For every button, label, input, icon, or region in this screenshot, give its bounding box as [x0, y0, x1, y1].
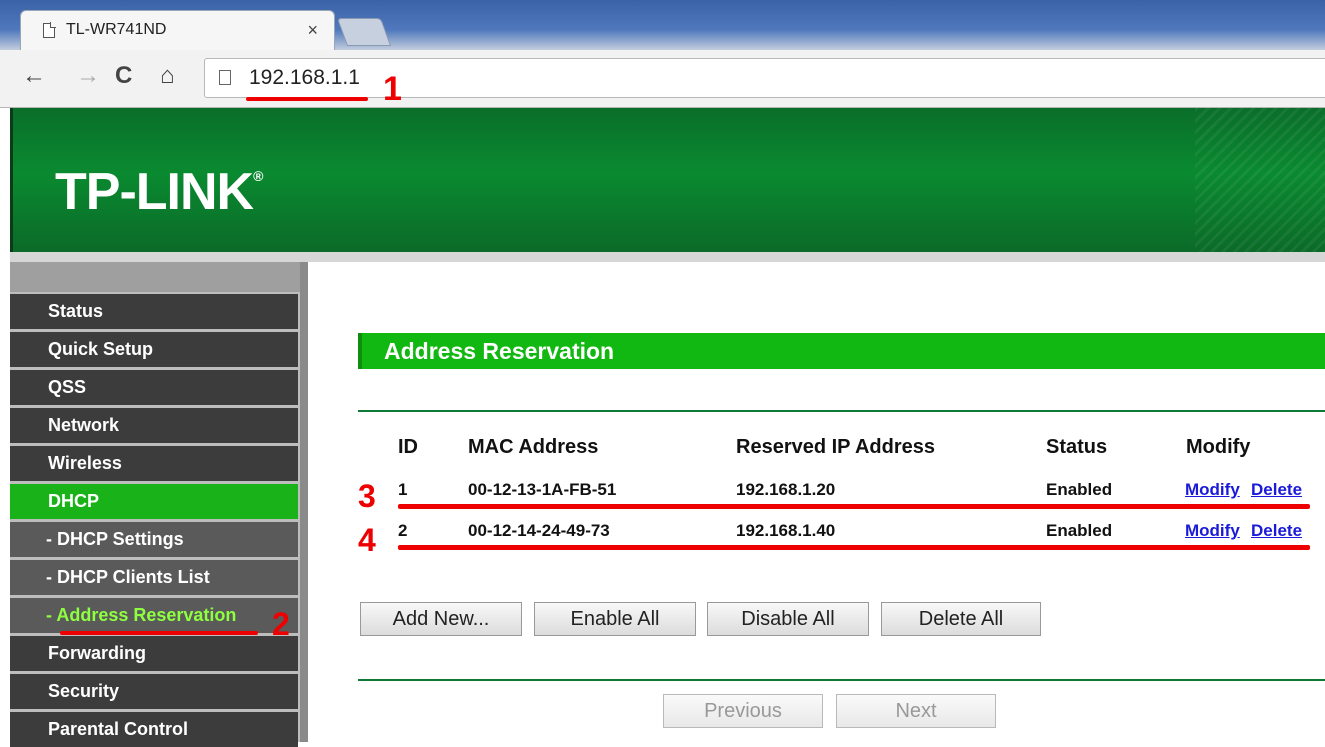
column-header-status: Status [1046, 436, 1108, 458]
column-header-reserved-ip: Reserved IP Address [736, 436, 935, 458]
table-bottom-rule [358, 679, 1325, 681]
tab-strip: TL-WR741ND × [0, 0, 1325, 50]
annotation-underline-url [246, 97, 368, 101]
close-tab-icon[interactable]: × [307, 20, 318, 41]
sidebar-item-dhcp-settings[interactable]: - DHCP Settings [10, 522, 298, 557]
new-tab-button[interactable] [336, 18, 392, 46]
page-icon [43, 22, 56, 38]
sidebar-item-quick-setup[interactable]: Quick Setup [10, 332, 298, 367]
row1-delete-link[interactable]: Delete [1251, 480, 1302, 500]
row2-id: 2 [398, 521, 408, 540]
row2-status: Enabled [1046, 521, 1113, 540]
sidebar-item-address-reservation[interactable]: - Address Reservation [10, 598, 298, 633]
enable-all-button[interactable]: Enable All [534, 602, 696, 636]
url-text[interactable]: 192.168.1.1 [249, 66, 360, 90]
row2-mac: 00-12-14-24-49-73 [468, 521, 610, 540]
back-icon[interactable]: ← [22, 62, 46, 90]
section-title: Address Reservation [384, 338, 615, 364]
tp-link-logo: TP-LINK® [55, 163, 263, 221]
section-header: Address Reservation [358, 333, 1325, 369]
banner-stripes [1195, 108, 1325, 252]
browser-tab[interactable]: TL-WR741ND × [20, 10, 335, 50]
previous-button[interactable]: Previous [663, 694, 823, 728]
sidebar-item-security[interactable]: Security [10, 674, 298, 709]
page-icon [219, 70, 231, 85]
annotation-3: 3 [358, 478, 376, 514]
sidebar-item-status[interactable]: Status [10, 294, 298, 329]
row2-modify-link[interactable]: Modify [1185, 521, 1240, 541]
row2-delete-link[interactable]: Delete [1251, 521, 1302, 541]
sidebar-top [10, 262, 300, 292]
main-content: Address Reservation ID MAC Address Reser… [308, 262, 1325, 742]
sidebar-item-dhcp-clients-list[interactable]: - DHCP Clients List [10, 560, 298, 595]
column-header-modify: Modify [1186, 436, 1251, 458]
annotation-4: 4 [358, 522, 376, 558]
row1-modify-link[interactable]: Modify [1185, 480, 1240, 500]
disable-all-button[interactable]: Disable All [707, 602, 869, 636]
annotation-2: 2 [272, 606, 290, 642]
row1-mac: 00-12-13-1A-FB-51 [468, 480, 617, 499]
row1-ip: 192.168.1.20 [736, 480, 836, 499]
sidebar-item-wireless[interactable]: Wireless [10, 446, 298, 481]
column-header-id: ID [398, 436, 418, 458]
row1-id: 1 [398, 480, 408, 499]
router-banner: TP-LINK® [10, 108, 1325, 252]
home-icon[interactable]: ⌂ [160, 62, 175, 90]
annotation-underline-row1 [398, 504, 1310, 509]
browser-toolbar: ← → C ⌂ 192.168.1.1 [0, 50, 1325, 108]
table-top-rule [358, 410, 1325, 412]
add-new-button[interactable]: Add New... [360, 602, 522, 636]
annotation-underline-menu [60, 631, 258, 635]
annotation-1: 1 [383, 70, 402, 108]
sidebar-item-dhcp[interactable]: DHCP [10, 484, 298, 519]
sidebar-item-forwarding[interactable]: Forwarding [10, 636, 298, 671]
sidebar-border [300, 262, 308, 742]
sidebar-item-qss[interactable]: QSS [10, 370, 298, 405]
address-bar[interactable]: 192.168.1.1 [204, 58, 1325, 98]
banner-divider [10, 252, 1325, 262]
annotation-underline-row2 [398, 545, 1310, 550]
column-header-mac: MAC Address [468, 436, 599, 458]
sidebar-item-network[interactable]: Network [10, 408, 298, 443]
row1-status: Enabled [1046, 480, 1113, 499]
reload-icon[interactable]: C [115, 62, 132, 90]
row2-ip: 192.168.1.40 [736, 521, 836, 540]
next-button[interactable]: Next [836, 694, 996, 728]
browser-chrome: TL-WR741ND × ← → C ⌂ 192.168.1.1 [0, 0, 1325, 108]
sidebar-menu: Status Quick Setup QSS Network Wireless … [10, 262, 300, 747]
delete-all-button[interactable]: Delete All [881, 602, 1041, 636]
forward-icon[interactable]: → [76, 62, 100, 90]
tab-title: TL-WR741ND [66, 21, 167, 38]
